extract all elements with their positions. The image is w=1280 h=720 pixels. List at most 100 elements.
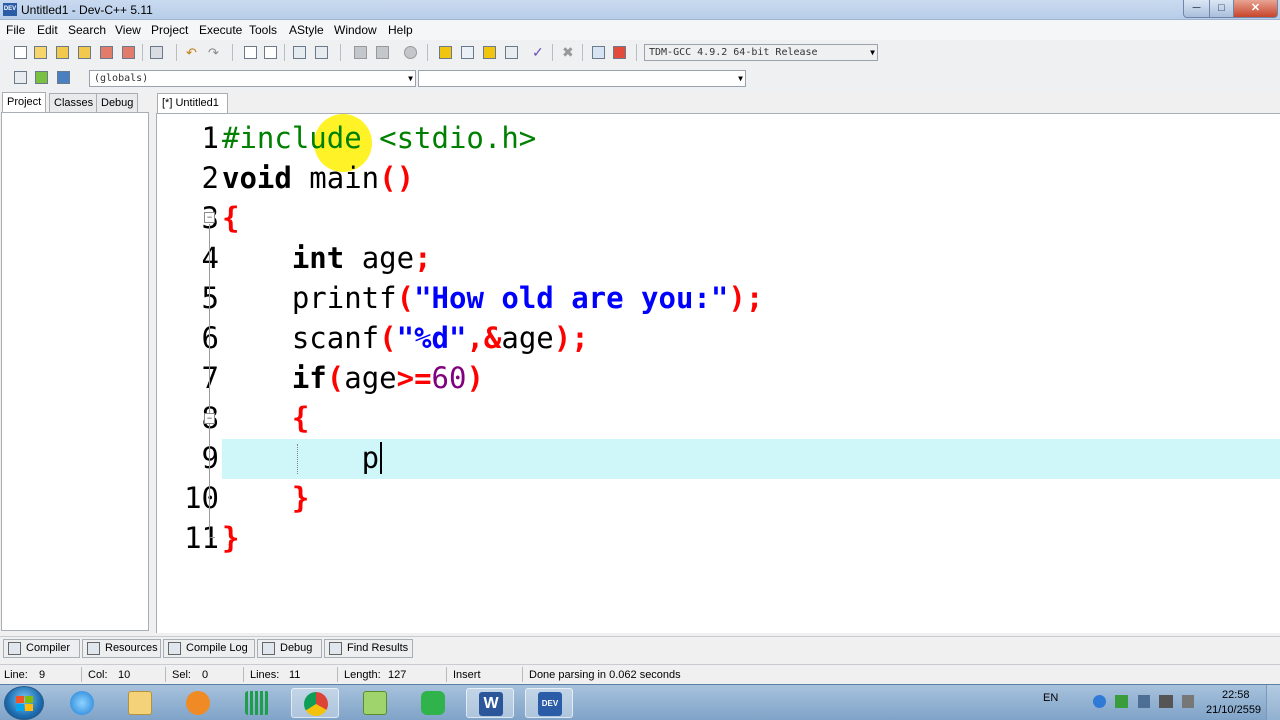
clock-date[interactable]: 21/10/2559 (1206, 704, 1261, 716)
internet-explorer-icon[interactable] (58, 688, 106, 718)
tab-resources-label: Resources (105, 642, 158, 654)
menu-tools[interactable]: Tools (249, 23, 277, 37)
tab-find-results[interactable]: Find Results (324, 639, 413, 658)
media-player-icon[interactable] (174, 688, 222, 718)
file-explorer-icon[interactable] (116, 688, 164, 718)
tab-compile-log-label: Compile Log (186, 642, 248, 654)
debug-tab-icon (262, 642, 275, 655)
code-line[interactable]: } (222, 478, 309, 518)
menu-search[interactable]: Search (68, 23, 106, 37)
chart-icon[interactable] (590, 44, 607, 61)
close-file-icon[interactable] (98, 44, 115, 61)
word-icon[interactable]: W (466, 688, 514, 718)
devcpp-icon[interactable]: DEV (525, 688, 573, 718)
chrome-icon[interactable] (291, 688, 339, 718)
menu-window[interactable]: Window (334, 23, 377, 37)
new-file-icon[interactable] (12, 44, 29, 61)
project-tree[interactable] (1, 112, 149, 631)
menu-edit[interactable]: Edit (37, 23, 58, 37)
network-status-icon[interactable] (1115, 695, 1128, 708)
status-bar: Line: 9 Col: 10 Sel: 0 Lines: 11 Length:… (0, 664, 1280, 684)
insert-icon[interactable] (12, 69, 29, 86)
code-token: { (291, 401, 310, 435)
save-all-icon[interactable] (76, 44, 93, 61)
fold-toggle-icon[interactable]: − (204, 212, 215, 223)
compile-run-icon[interactable] (481, 44, 498, 61)
tab-debug-output[interactable]: Debug (257, 639, 322, 658)
code-token: ( (396, 281, 415, 315)
info-icon[interactable] (1093, 695, 1106, 708)
folder-icon[interactable] (351, 688, 399, 718)
minimize-button[interactable]: ─ (1183, 0, 1210, 18)
code-line[interactable]: if(age>=60) (222, 358, 484, 398)
bookmark-icon[interactable] (55, 69, 72, 86)
save-icon[interactable] (54, 44, 71, 61)
undo-icon[interactable]: ↶ (184, 44, 201, 61)
status-sel-value: 0 (202, 669, 209, 681)
open-icon[interactable] (32, 44, 49, 61)
status-mode: Insert (453, 669, 481, 681)
unindent-icon[interactable] (313, 44, 330, 61)
goto-back-icon[interactable] (352, 44, 369, 61)
print-icon[interactable] (148, 44, 165, 61)
fold-toggle-icon[interactable]: − (204, 413, 215, 424)
compiler-select[interactable]: TDM-GCC 4.9.2 64-bit Release ▼ (644, 44, 878, 61)
code-line[interactable]: { (222, 198, 239, 238)
close-all-icon[interactable] (120, 44, 137, 61)
tab-compiler[interactable]: Compiler (3, 639, 80, 658)
menu-help[interactable]: Help (388, 23, 413, 37)
stop-icon[interactable]: ✖ (560, 44, 577, 61)
show-desktop-button[interactable] (1266, 685, 1280, 720)
redo-icon[interactable]: ↷ (206, 44, 223, 61)
menu-execute[interactable]: Execute (199, 23, 242, 37)
start-orb-icon[interactable] (4, 686, 44, 720)
debug-icon[interactable] (611, 44, 628, 61)
code-line[interactable]: int age; (222, 238, 432, 278)
code-line[interactable]: void main() (222, 158, 414, 198)
function-select[interactable]: ▼ (418, 70, 746, 87)
syntax-check-icon[interactable]: ✓ (530, 44, 547, 61)
calculator-icon[interactable] (233, 688, 281, 718)
language-indicator[interactable]: EN (1043, 692, 1058, 704)
menu-project[interactable]: Project (151, 23, 188, 37)
goto-icon[interactable] (33, 69, 50, 86)
menu-file[interactable]: File (6, 23, 25, 37)
code-editor[interactable]: 1 2 3 4 5 6 7 8 9 10 11 − − #include <st… (156, 113, 1280, 633)
find-icon[interactable] (242, 44, 259, 61)
code-line[interactable]: } (222, 518, 239, 558)
tab-debug[interactable]: Debug (96, 93, 139, 113)
code-line[interactable]: p (222, 438, 383, 478)
compile-icon[interactable] (437, 44, 454, 61)
editor-tab-untitled1[interactable]: [*] Untitled1 (157, 93, 228, 113)
scope-select[interactable]: (globals) ▼ (89, 70, 416, 87)
menu-view[interactable]: View (115, 23, 141, 37)
class-toolbar: (globals) ▼ ▼ (0, 65, 1280, 91)
status-line-label: Line: (4, 669, 28, 681)
clock-time[interactable]: 22:58 (1222, 689, 1250, 701)
code-line[interactable]: printf("How old are you:"); (222, 278, 763, 318)
code-line[interactable]: #include <stdio.h> (222, 118, 536, 158)
code-line[interactable]: { (222, 398, 309, 438)
code-line[interactable]: scanf("%d",&age); (222, 318, 589, 358)
tab-classes[interactable]: Classes (49, 93, 99, 113)
toggle-bookmark-icon[interactable] (402, 44, 419, 61)
run-icon[interactable] (459, 44, 476, 61)
volume-icon[interactable] (1182, 695, 1194, 708)
close-button[interactable]: ✕ (1233, 0, 1278, 18)
rebuild-icon[interactable] (503, 44, 520, 61)
tab-resources[interactable]: Resources (82, 639, 161, 658)
flag-icon[interactable] (1138, 695, 1150, 708)
tab-project[interactable]: Project (2, 92, 47, 113)
menu-astyle[interactable]: AStyle (289, 23, 324, 37)
compiler-icon (8, 642, 21, 655)
network-icon[interactable] (1159, 695, 1173, 708)
indent-icon[interactable] (291, 44, 308, 61)
goto-forward-icon[interactable] (374, 44, 391, 61)
tab-compile-log[interactable]: Compile Log (163, 639, 255, 658)
maximize-button[interactable]: □ (1209, 0, 1234, 18)
code-token: void (222, 161, 292, 195)
line-icon[interactable] (409, 688, 457, 718)
replace-icon[interactable] (262, 44, 279, 61)
